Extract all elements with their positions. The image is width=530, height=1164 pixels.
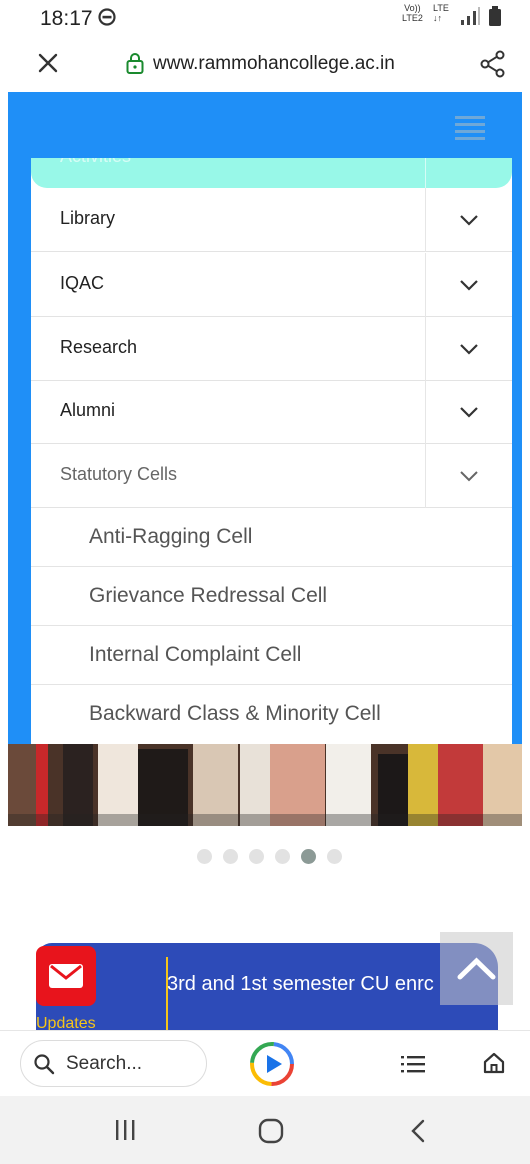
- do-not-disturb-icon: [98, 8, 116, 26]
- chevron-down-icon[interactable]: [459, 212, 479, 228]
- submenu-item-anti-ragging-cell[interactable]: Anti-Ragging Cell: [31, 508, 512, 567]
- updates-label: Updates: [36, 1015, 96, 1031]
- home-icon[interactable]: [482, 1051, 506, 1075]
- status-time: 18:17: [40, 7, 93, 30]
- carousel-dot-active[interactable]: [301, 849, 316, 864]
- submenu-item-label: Backward Class & Minority Cell: [89, 702, 381, 725]
- carousel-dot[interactable]: [223, 849, 238, 864]
- submenu-item-internal-complaint-cell[interactable]: Internal Complaint Cell: [31, 626, 512, 685]
- carousel-dot[interactable]: [327, 849, 342, 864]
- chevron-down-icon[interactable]: [459, 277, 479, 293]
- back-icon[interactable]: [410, 1118, 426, 1144]
- menu-divider: [425, 158, 426, 188]
- system-home-icon[interactable]: [258, 1118, 284, 1144]
- play-icon[interactable]: [249, 1041, 295, 1087]
- updates-ticker-text[interactable]: 3rd and 1st semester CU enrc: [167, 973, 434, 996]
- submenu-item-backward-class-minority-cell[interactable]: Backward Class & Minority Cell: [31, 685, 512, 744]
- menu-item-library[interactable]: Library: [31, 188, 512, 252]
- carousel-dot[interactable]: [197, 849, 212, 864]
- chevron-down-icon[interactable]: [459, 468, 479, 484]
- close-icon[interactable]: [36, 51, 60, 75]
- menu-item-label: Alumni: [60, 400, 116, 420]
- menu-item-label: Research: [60, 337, 138, 357]
- battery-icon: [489, 6, 501, 26]
- chevron-down-icon[interactable]: [459, 404, 479, 420]
- lock-icon: [126, 53, 144, 74]
- mail-button[interactable]: [36, 946, 96, 1006]
- menu-item-research[interactable]: Research: [31, 317, 512, 381]
- signal-icon: [461, 7, 480, 25]
- menu-item-label: IQAC: [60, 273, 105, 293]
- menu-divider: [425, 188, 426, 252]
- submenu-item-grievance-redressal-cell[interactable]: Grievance Redressal Cell: [31, 567, 512, 626]
- carousel-dot[interactable]: [275, 849, 290, 864]
- submenu-item-label: Internal Complaint Cell: [89, 643, 302, 666]
- volte-indicator: Vo)) LTE2: [402, 3, 423, 23]
- lte-indicator: LTE ↓↑: [433, 3, 449, 23]
- menu-item-activities[interactable]: Activities: [31, 158, 512, 188]
- menu-divider: [425, 444, 426, 508]
- menu-divider: [425, 380, 426, 444]
- carousel-indicator: [197, 849, 347, 865]
- chevron-up-icon: [457, 957, 496, 980]
- scroll-to-top-button[interactable]: [440, 932, 513, 1005]
- carousel-photo: [8, 744, 522, 826]
- menu-divider: [425, 253, 426, 317]
- url-text[interactable]: www.rammohancollege.ac.in: [153, 53, 395, 75]
- chevron-down-icon[interactable]: [459, 341, 479, 357]
- navigation-menu: Activities Library IQAC Research Alumni …: [31, 158, 512, 748]
- search-box[interactable]: Search...: [20, 1040, 207, 1087]
- search-input[interactable]: Search...: [66, 1053, 142, 1075]
- submenu-item-label: Anti-Ragging Cell: [89, 525, 253, 548]
- menu-item-label: Library: [60, 208, 116, 228]
- menu-item-iqac[interactable]: IQAC: [31, 253, 512, 317]
- menu-item-label: Statutory Cells: [60, 464, 178, 484]
- share-icon[interactable]: [479, 50, 507, 78]
- submenu-item-label: Grievance Redressal Cell: [89, 584, 328, 607]
- tabs-list-icon[interactable]: [401, 1054, 425, 1074]
- search-icon: [34, 1054, 55, 1075]
- menu-item-label: Activities: [60, 158, 131, 167]
- hamburger-menu-icon[interactable]: [455, 115, 485, 141]
- mail-icon: [49, 964, 83, 988]
- menu-item-statutory-cells[interactable]: Statutory Cells: [31, 444, 512, 508]
- menu-item-alumni[interactable]: Alumni: [31, 380, 512, 444]
- carousel-dot[interactable]: [249, 849, 264, 864]
- updates-ticker-bar[interactable]: Updates 3rd and 1st semester CU enrc: [36, 943, 498, 1031]
- recent-apps-icon[interactable]: [113, 1118, 137, 1142]
- menu-divider: [425, 317, 426, 381]
